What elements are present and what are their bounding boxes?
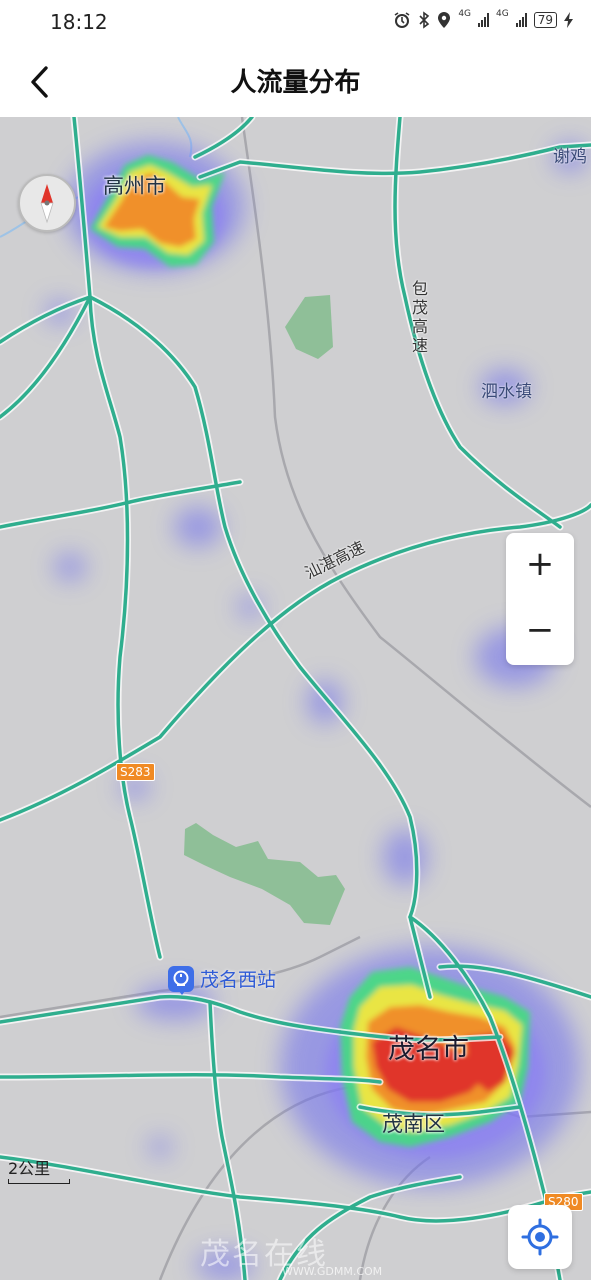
charging-icon	[564, 12, 573, 28]
alarm-icon	[394, 12, 410, 28]
battery-icon: 79	[533, 12, 557, 28]
station-marker[interactable]: 茂名西站	[168, 965, 276, 992]
locate-icon	[521, 1218, 559, 1256]
page-title: 人流量分布	[230, 68, 361, 98]
green-area	[184, 823, 345, 925]
map-canvas	[0, 117, 591, 1280]
status-bar: 18:12 4G 4G 79	[0, 0, 591, 46]
place-label-sishui[interactable]: 泗水镇	[481, 377, 532, 402]
zoom-controls: + −	[506, 533, 574, 665]
place-label-maonan[interactable]: 茂南区	[382, 1108, 445, 1138]
place-label-maoming[interactable]: 茂名市	[388, 1027, 469, 1066]
status-icons: 4G 4G 79	[393, 8, 573, 29]
zoom-in-button[interactable]: +	[506, 533, 574, 599]
compass-icon	[40, 184, 54, 224]
train-station-icon	[168, 965, 194, 992]
station-label: 茂名西站	[200, 969, 277, 991]
route-shield-s283: S283	[116, 763, 155, 781]
heatmap-map[interactable]: 高州市 茂名市 茂南区 泗水镇 谢鸡 包茂高速 汕湛高速 S283 S280 茂…	[0, 117, 591, 1280]
compass-button[interactable]	[18, 174, 76, 232]
scale-label: 2公里	[8, 1159, 51, 1178]
locate-button[interactable]	[508, 1205, 572, 1269]
network-type-1: 4G	[458, 8, 472, 19]
signal-icon	[515, 13, 527, 27]
watermark-url: WWW.GDMM.COM	[282, 1265, 383, 1278]
map-scale: 2公里	[8, 1155, 70, 1184]
zoom-out-button[interactable]: −	[506, 599, 574, 665]
status-time: 18:12	[50, 10, 108, 34]
place-label-xieji[interactable]: 谢鸡	[553, 142, 587, 167]
location-icon	[438, 12, 451, 28]
bluetooth-icon	[419, 11, 430, 29]
network-type-2: 4G	[496, 8, 509, 19]
road-label-baomao: 包茂高速	[409, 280, 428, 356]
green-area	[285, 295, 333, 359]
place-label-gaozhou[interactable]: 高州市	[103, 170, 166, 200]
signal-icon	[478, 13, 490, 27]
nav-bar: 人流量分布	[0, 46, 591, 117]
scale-bar	[8, 1179, 70, 1184]
